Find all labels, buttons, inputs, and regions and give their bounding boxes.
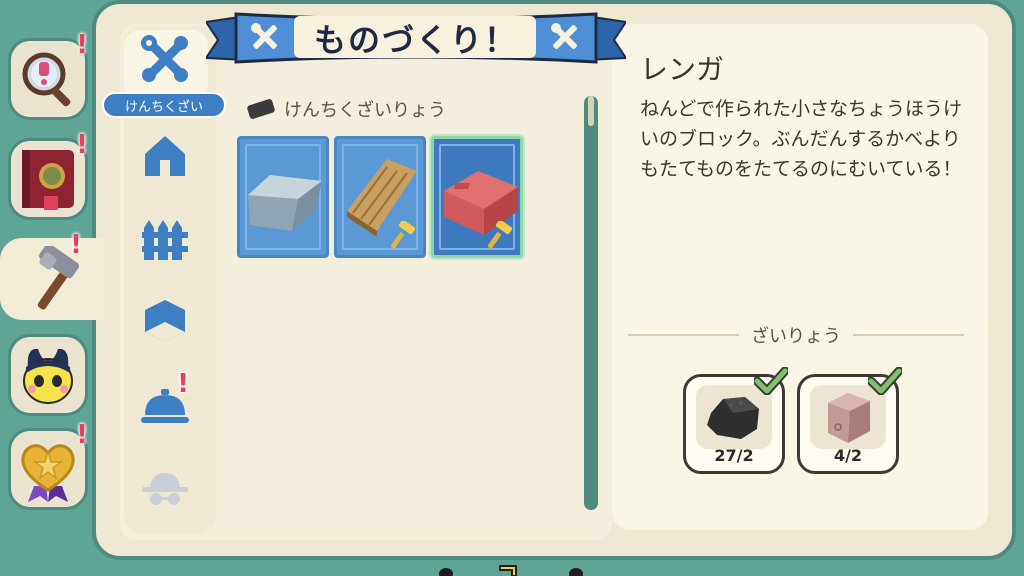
side-tab-book[interactable]: ! <box>8 130 88 220</box>
category-floor[interactable] <box>138 294 192 348</box>
category-label: けんちくざい <box>102 92 226 118</box>
category-tools[interactable] <box>138 32 192 86</box>
side-tab-medal[interactable]: ! <box>8 420 88 510</box>
material-count: 27/2 <box>714 446 754 465</box>
craftable-hammer-icon <box>391 221 416 249</box>
section-title: けんちくざいりょう <box>284 100 446 121</box>
tools-icon <box>141 35 188 82</box>
fence-icon <box>142 220 188 260</box>
side-tab-craft[interactable]: ! <box>0 230 104 320</box>
craft-screen: ! ! ! ! けんちくざい ! ものづくり！ けんちくざいりょう レンガ ねん… <box>0 0 1024 576</box>
side-tab-search[interactable]: ! <box>8 30 88 120</box>
alert-badge: ! <box>177 369 189 399</box>
material-slot-clay[interactable]: 4/2 <box>797 367 902 474</box>
house-icon <box>145 136 185 176</box>
alert-badge: ! <box>70 230 82 260</box>
character-icon <box>23 348 73 404</box>
spy-hat-icon <box>142 473 188 505</box>
materials-heading: ざいりょう <box>628 322 964 348</box>
category-fence[interactable] <box>138 212 192 266</box>
brick-mini-icon <box>246 98 276 120</box>
item-card-stone[interactable] <box>237 136 329 258</box>
item-description: ねんどで作られた小さなちょうほうけいのブロック。ぶんだんするかべよりもたてものを… <box>640 98 963 180</box>
category-house[interactable] <box>138 128 192 182</box>
book-icon <box>22 150 74 210</box>
craftable-hammer-icon <box>488 221 513 249</box>
alert-badge: ! <box>76 30 88 60</box>
material-count: 4/2 <box>833 446 863 465</box>
bottom-character-peek <box>439 565 583 576</box>
item-name: レンガ <box>640 53 725 86</box>
stone-block-icon <box>248 175 322 231</box>
alert-badge: ! <box>76 420 88 450</box>
magnifier-icon <box>22 52 71 107</box>
alert-badge: ! <box>76 130 88 160</box>
item-card-wood[interactable] <box>334 136 426 258</box>
category-locked[interactable] <box>138 462 192 516</box>
floor-tile-icon <box>145 300 185 342</box>
item-card-brick[interactable] <box>431 136 523 258</box>
category-food[interactable]: ! <box>138 369 192 434</box>
clay-block-icon <box>828 393 870 443</box>
side-tab-character[interactable] <box>8 334 88 416</box>
section-header: けんちくざいりょう <box>246 96 446 122</box>
material-slot-coal[interactable]: 27/2 <box>683 367 788 474</box>
check-icon <box>754 367 788 395</box>
check-icon <box>868 367 902 395</box>
divider-line <box>628 334 739 336</box>
scrollbar-thumb[interactable] <box>588 96 594 126</box>
divider-line <box>853 334 964 336</box>
materials-label: ざいりょう <box>751 326 841 347</box>
coal-icon <box>707 397 759 439</box>
title-banner: ものづくり！ <box>206 10 626 66</box>
page-title: ものづくり！ <box>313 21 518 59</box>
item-list-scrollbar[interactable] <box>584 96 598 510</box>
